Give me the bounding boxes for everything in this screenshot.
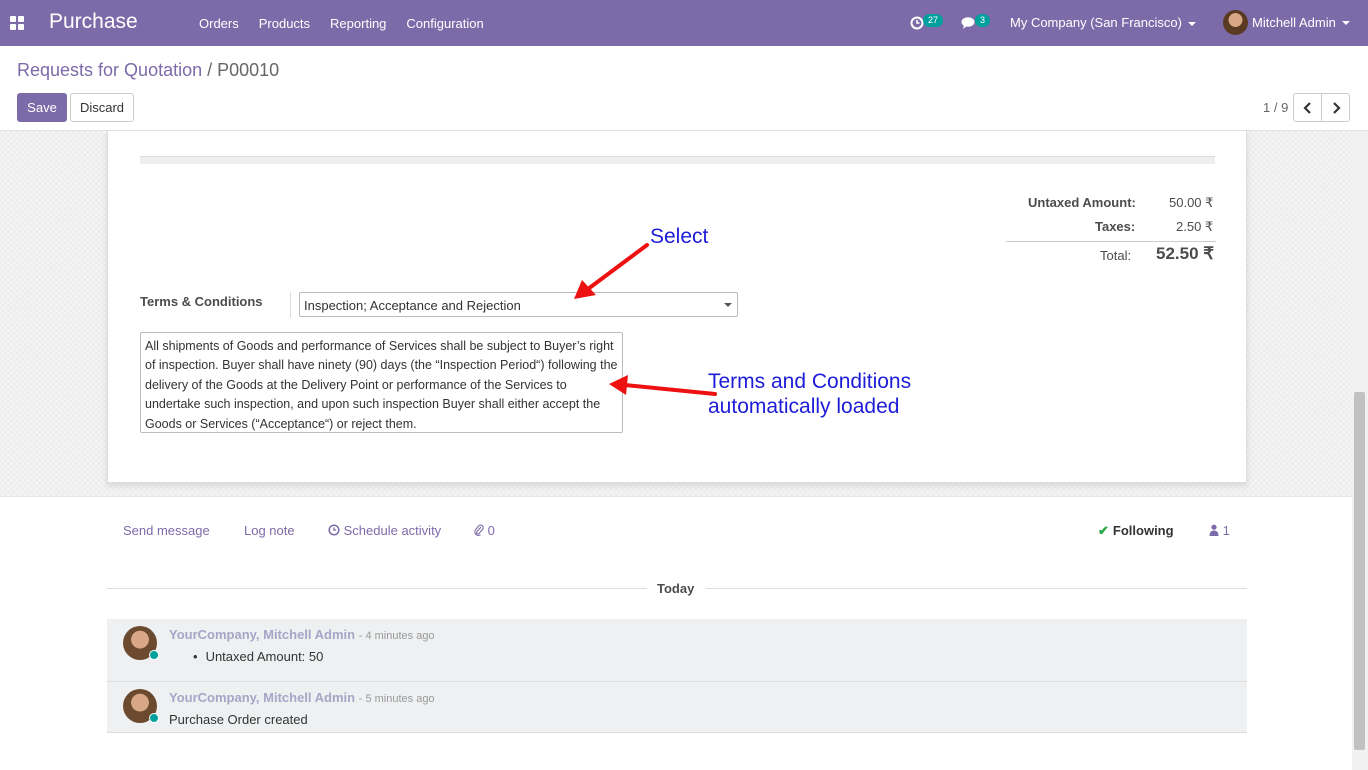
company-name: My Company (San Francisco)	[1010, 15, 1182, 30]
menu-reporting[interactable]: Reporting	[330, 16, 386, 31]
pager-previous-button[interactable]	[1293, 93, 1322, 122]
taxes-value: 2.50 ₹	[1176, 219, 1214, 234]
log-note-button[interactable]: Log note	[244, 523, 295, 538]
company-switcher[interactable]: My Company (San Francisco)	[1010, 15, 1196, 30]
user-avatar	[1223, 10, 1248, 35]
pager-next-button[interactable]	[1321, 93, 1350, 122]
chevron-left-icon	[1302, 101, 1311, 114]
menu-configuration[interactable]: Configuration	[406, 16, 483, 31]
paperclip-icon	[474, 524, 484, 536]
message-author-name: YourCompany, Mitchell Admin	[169, 627, 356, 642]
online-status-icon	[149, 650, 159, 660]
pager-value[interactable]: 1 / 9	[1263, 100, 1288, 115]
message-count-badge: 3	[975, 14, 991, 27]
chevron-down-icon	[1341, 20, 1350, 25]
today-label: Today	[657, 581, 695, 596]
today-divider-left	[107, 588, 647, 589]
attachments-count: 0	[487, 523, 495, 538]
activity-menu[interactable]: 27	[910, 14, 944, 32]
message-author-name: YourCompany, Mitchell Admin	[169, 690, 356, 705]
message-time: - 4 minutes ago	[358, 630, 435, 642]
totals-divider	[1006, 241, 1216, 242]
form-sheet: Untaxed Amount: 50.00 ₹ Taxes: 2.50 ₹ To…	[107, 131, 1247, 483]
messaging-menu[interactable]: 3	[961, 14, 991, 32]
user-name: Mitchell Admin	[1252, 15, 1336, 30]
annotation-select: Select	[650, 225, 709, 248]
taxes-label: Taxes:	[1095, 219, 1136, 234]
followers-button[interactable]: 1	[1209, 523, 1230, 538]
terms-conditions-label: Terms & Conditions	[140, 294, 263, 309]
bullet-icon: •	[193, 649, 198, 664]
chevron-down-icon	[1187, 21, 1196, 26]
terms-template-select[interactable]: Inspection; Acceptance and Rejection	[299, 292, 738, 317]
apps-menu-icon[interactable]	[10, 16, 24, 30]
total-value: 52.50 ₹	[1156, 244, 1215, 263]
attachments-button[interactable]: 0	[474, 523, 495, 538]
following-label: Following	[1112, 523, 1174, 538]
today-divider-right	[706, 588, 1247, 589]
user-icon	[1209, 524, 1219, 536]
dropdown-caret-icon	[724, 303, 732, 307]
order-lines-footer	[140, 156, 1215, 164]
activity-count-badge: 27	[923, 14, 944, 27]
control-panel: Requests for Quotation / P00010 Save Disca…	[0, 46, 1368, 131]
send-message-button[interactable]: Send message	[123, 523, 210, 538]
check-icon: ✔	[1098, 523, 1109, 538]
clock-icon	[328, 524, 340, 536]
clock-icon	[910, 16, 924, 30]
save-button[interactable]: Save	[17, 93, 67, 122]
chatter-message: YourCompany, Mitchell Admin - 4 minutes …	[107, 619, 1247, 682]
total-label: Total:	[1100, 248, 1132, 263]
message-author: YourCompany, Mitchell Admin - 4 minutes …	[169, 627, 435, 642]
menu-orders[interactable]: Orders	[199, 16, 239, 31]
message-body: • Untaxed Amount: 50	[193, 649, 323, 664]
message-body-text: Purchase Order created	[169, 712, 308, 727]
message-author: YourCompany, Mitchell Admin - 5 minutes …	[169, 690, 435, 705]
chevron-right-icon	[1332, 101, 1341, 114]
followers-count: 1	[1222, 523, 1230, 538]
breadcrumb-parent[interactable]: Requests for Quotation	[17, 60, 202, 80]
scrollbar-thumb[interactable]	[1354, 392, 1365, 750]
chatter-message: YourCompany, Mitchell Admin - 5 minutes …	[107, 682, 1247, 733]
annotation-loaded-line1: Terms and Conditions	[708, 370, 912, 393]
annotation-loaded-line2: automatically loaded	[708, 395, 900, 418]
field-divider	[290, 292, 291, 318]
discard-button[interactable]: Discard	[70, 93, 134, 122]
message-body-text: Untaxed Amount: 50	[205, 649, 324, 664]
following-button[interactable]: ✔ Following	[1098, 523, 1174, 539]
untaxed-amount-value: 50.00 ₹	[1169, 195, 1214, 210]
breadcrumb-current: P00010	[217, 60, 280, 80]
breadcrumb-separator: /	[207, 60, 213, 80]
schedule-activity-label: Schedule activity	[343, 523, 442, 538]
main-menu: Orders Products Reporting Configuration	[199, 16, 504, 31]
schedule-activity-button[interactable]: Schedule activity	[328, 523, 441, 538]
online-status-icon	[149, 713, 159, 723]
menu-products[interactable]: Products	[259, 16, 310, 31]
untaxed-amount-label: Untaxed Amount:	[1028, 195, 1136, 210]
top-navbar: Purchase Orders Products Reporting Confi…	[0, 0, 1368, 46]
app-name[interactable]: Purchase	[49, 10, 138, 34]
terms-conditions-textarea[interactable]: All shipments of Goods and performance o…	[140, 332, 623, 433]
message-time: - 5 minutes ago	[358, 693, 435, 705]
terms-template-value: Inspection; Acceptance and Rejection	[304, 298, 521, 313]
breadcrumb: Requests for Quotation / P00010	[17, 60, 279, 81]
user-menu[interactable]: Mitchell Admin	[1223, 10, 1350, 35]
